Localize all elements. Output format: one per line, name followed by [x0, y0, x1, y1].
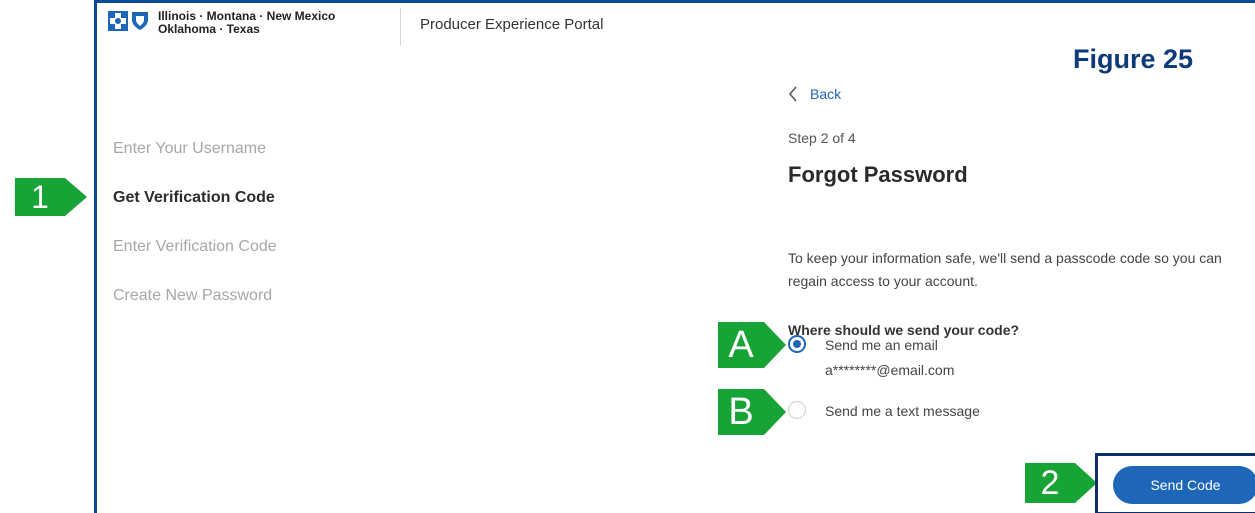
callout-2: 2: [1025, 463, 1075, 503]
shield-logo-icon: [132, 12, 148, 30]
text-option-radio[interactable]: [788, 401, 806, 419]
page-title: Forgot Password: [788, 162, 968, 187]
step-enter-username: Enter Your Username: [113, 140, 266, 157]
step-create-new-password: Create New Password: [113, 287, 273, 304]
email-option-address: a********@email.com: [825, 362, 955, 378]
callout-2-arrow: [1075, 463, 1097, 503]
callout-b: B: [718, 389, 764, 435]
callout-1-arrow: [65, 178, 87, 216]
delivery-question: Where should we send your code?: [788, 322, 1020, 338]
chevron-left-icon: [789, 86, 797, 102]
text-option-label[interactable]: Send me a text message: [825, 403, 980, 419]
step-counter: Step 2 of 4: [788, 130, 856, 146]
callout-b-arrow: [764, 389, 786, 435]
step-list: Enter Your Username Get Verification Cod…: [113, 140, 277, 336]
form-description: To keep your information safe, we'll sen…: [788, 250, 1222, 289]
brand-line-2: Oklahoma · Texas: [158, 22, 260, 36]
callout-a-letter: A: [728, 324, 754, 366]
figure-label: Figure 25: [1073, 44, 1194, 74]
portal-title: Producer Experience Portal: [420, 16, 604, 33]
callout-a-arrow: [764, 322, 786, 368]
cross-logo-icon: [108, 11, 128, 31]
callout-2-number: 2: [1040, 464, 1060, 502]
back-label: Back: [810, 86, 842, 102]
callout-1: 1: [15, 178, 65, 216]
header-divider: [400, 8, 401, 46]
email-option-radio[interactable]: [788, 335, 806, 353]
step-get-verification-code: Get Verification Code: [113, 189, 275, 206]
brand-logo[interactable]: Illinois · Montana · New Mexico Oklahoma…: [108, 10, 335, 36]
email-option-label[interactable]: Send me an email: [825, 337, 938, 353]
callout-1-number: 1: [31, 179, 49, 215]
step-enter-verification-code: Enter Verification Code: [113, 238, 277, 255]
callout-b-letter: B: [728, 391, 754, 433]
send-code-button[interactable]: Send Code: [1113, 466, 1255, 504]
back-link[interactable]: Back: [788, 86, 841, 102]
callout-a: A: [718, 322, 764, 368]
